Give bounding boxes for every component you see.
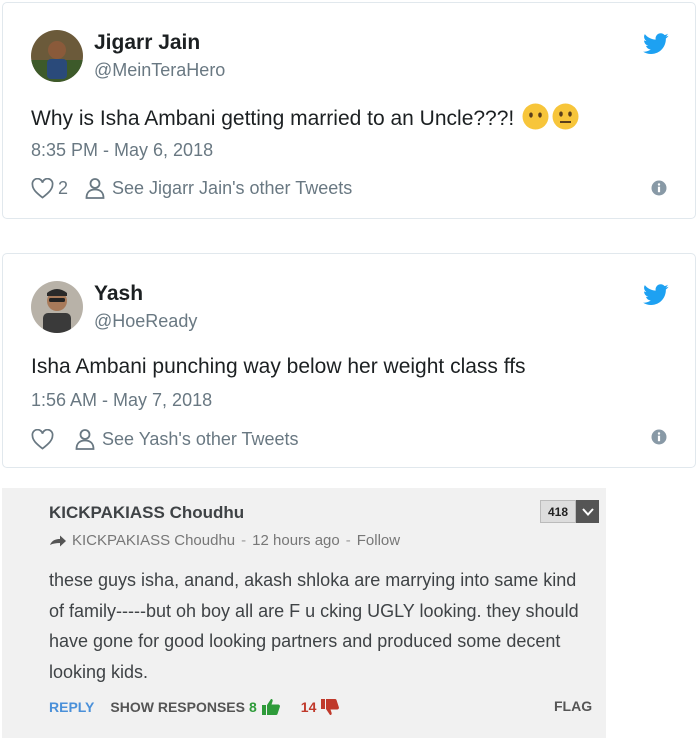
comment-score: 418: [540, 500, 600, 523]
thumbs-down-icon[interactable]: [320, 698, 340, 716]
person-icon: [85, 178, 105, 199]
like-count: 2: [58, 177, 69, 198]
flag-button[interactable]: FLAG: [554, 698, 592, 714]
tweet-card: Jigarr Jain @MeinTeraHero Why is Isha Am…: [2, 2, 696, 219]
other-tweets-link[interactable]: See Yash's other Tweets: [102, 429, 299, 450]
comment-time: 12 hours ago: [252, 532, 340, 549]
tweet-text: Isha Ambani punching way below her weigh…: [31, 355, 526, 378]
info-icon[interactable]: [651, 429, 667, 445]
no-mouth-face-icon: [522, 103, 549, 130]
tweet-text: Why is Isha Ambani getting married to an…: [31, 103, 579, 131]
share-arrow-icon: [50, 535, 66, 546]
show-responses-button[interactable]: SHOW RESPONSES: [110, 699, 245, 715]
follow-link[interactable]: Follow: [357, 532, 400, 549]
avatar[interactable]: [31, 30, 83, 82]
comment-card: KICKPAKIASS Choudhu 418 KICKPAKIASS Chou…: [2, 488, 606, 738]
author-handle[interactable]: @HoeReady: [94, 311, 197, 332]
twitter-bird-icon[interactable]: [643, 33, 669, 55]
meta-author[interactable]: KICKPAKIASS Choudhu: [72, 532, 235, 549]
person-icon: [75, 429, 95, 450]
separator: -: [345, 532, 351, 549]
avatar[interactable]: [31, 281, 83, 333]
tweet-actions: 2 See Jigarr Jain's other Tweets: [31, 177, 352, 199]
neutral-face-icon: [552, 103, 579, 130]
tweet-actions: See Yash's other Tweets: [31, 428, 299, 450]
tweet-timestamp[interactable]: 8:35 PM - May 6, 2018: [31, 140, 213, 161]
heart-icon[interactable]: [31, 428, 54, 450]
downvote-count: 14: [300, 699, 317, 715]
comment-footer: REPLY SHOW RESPONSES 8 14: [49, 698, 340, 716]
tweet-timestamp[interactable]: 1:56 AM - May 7, 2018: [31, 390, 212, 411]
thumbs-up-icon[interactable]: [261, 698, 281, 716]
comment-author[interactable]: KICKPAKIASS Choudhu: [49, 503, 244, 523]
comment-body: these guys isha, anand, akash shloka are…: [49, 570, 579, 682]
author-name[interactable]: Yash: [94, 282, 143, 306]
chevron-down-icon[interactable]: [576, 500, 600, 523]
author-name[interactable]: Jigarr Jain: [94, 31, 200, 55]
other-tweets-link[interactable]: See Jigarr Jain's other Tweets: [112, 178, 352, 199]
author-handle[interactable]: @MeinTeraHero: [94, 60, 225, 81]
upvote-count: 8: [248, 699, 257, 715]
reply-button[interactable]: REPLY: [49, 699, 94, 715]
comment-meta: KICKPAKIASS Choudhu - 12 hours ago - Fol…: [49, 532, 400, 549]
twitter-bird-icon[interactable]: [643, 284, 669, 306]
separator: -: [241, 532, 247, 549]
tweet-card: Yash @HoeReady Isha Ambani punching way …: [2, 253, 696, 468]
heart-icon[interactable]: [31, 177, 54, 199]
info-icon[interactable]: [651, 180, 667, 196]
score-count: 418: [540, 500, 577, 523]
